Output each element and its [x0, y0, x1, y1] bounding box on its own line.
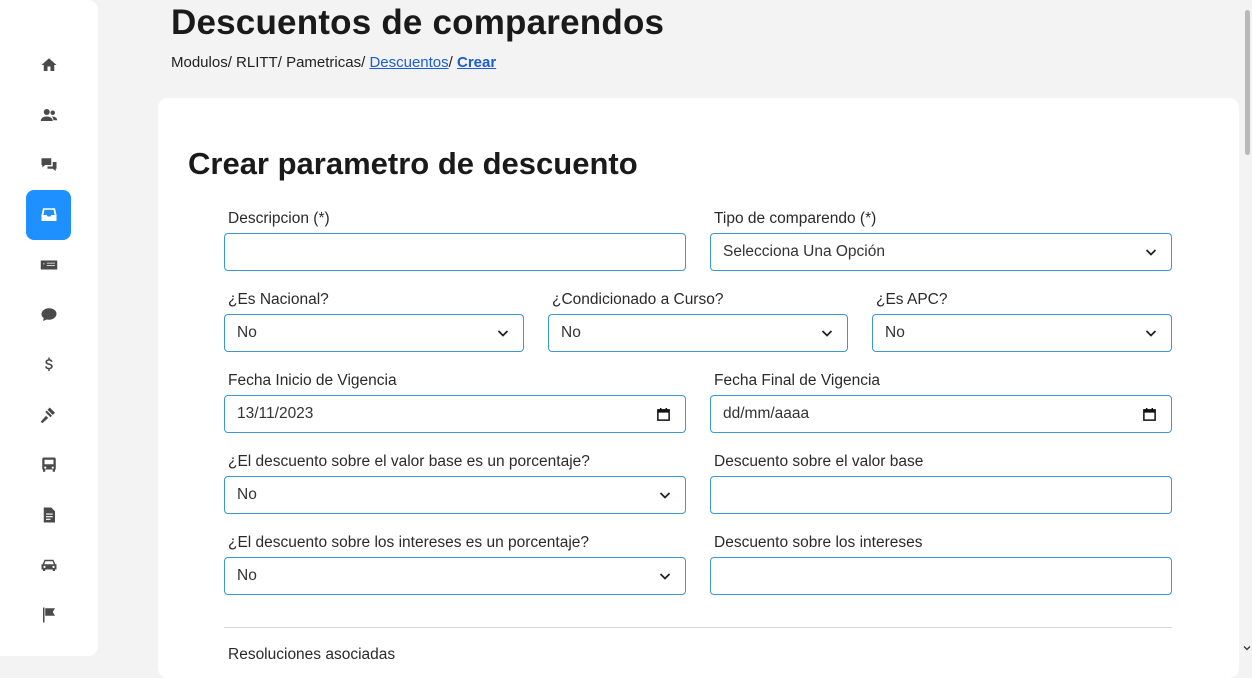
sidebar-item-documents[interactable]: [26, 490, 71, 540]
fecha-final-value: dd/mm/aaaa: [723, 405, 810, 422]
intereses-valor-input[interactable]: [710, 557, 1172, 595]
chevron-down-icon: [1145, 249, 1157, 256]
chevron-down-icon: [1145, 330, 1157, 337]
flag-icon: [42, 607, 55, 623]
breadcrumb-modulos: Modulos/: [171, 54, 232, 71]
users-icon: [40, 109, 57, 121]
breadcrumb-link-descuentos[interactable]: Descuentos: [369, 54, 448, 71]
sidebar-item-payments[interactable]: [26, 290, 71, 340]
resoluciones-label: Resoluciones asociadas: [228, 646, 396, 663]
breadcrumb-rlitt: RLITT/: [236, 54, 282, 71]
chevron-down-icon: [821, 330, 833, 337]
tipo-comparendo-label: Tipo de comparendo (*): [714, 210, 877, 227]
calendar-icon[interactable]: [656, 407, 671, 422]
base-porcentaje-value: No: [237, 486, 257, 503]
page-title: Descuentos de comparendos: [171, 3, 665, 42]
base-porcentaje-select[interactable]: No: [224, 476, 686, 514]
chat-question-icon: [41, 158, 56, 171]
descripcion-label: Descripcion (*): [228, 210, 330, 227]
apc-label: ¿Es APC?: [876, 291, 948, 308]
sidebar-item-questions[interactable]: [26, 140, 71, 190]
breadcrumb-parametricas: Pametricas/: [286, 54, 366, 71]
sidebar-item-reports[interactable]: [26, 590, 71, 640]
sidebar-item-money[interactable]: [26, 240, 71, 290]
curso-select[interactable]: No: [548, 314, 848, 352]
base-valor-input[interactable]: [710, 476, 1172, 514]
base-porcentaje-label: ¿El descuento sobre el valor base es un …: [228, 453, 590, 470]
dollar-comment-icon: [41, 308, 56, 321]
apc-select[interactable]: No: [872, 314, 1172, 352]
intereses-porcentaje-label: ¿El descuento sobre los intereses es un …: [228, 534, 590, 551]
apc-value: No: [885, 324, 905, 341]
chevron-down-icon: [659, 492, 671, 499]
curso-value: No: [561, 324, 581, 341]
sidebar-item-vehicles[interactable]: [26, 540, 71, 590]
sidebar-item-home[interactable]: [26, 40, 71, 90]
sidebar-item-users[interactable]: [26, 90, 71, 140]
intereses-porcentaje-select[interactable]: No: [224, 557, 686, 595]
breadcrumb: Modulos/ RLITT/ Pametricas/ Descuentos /…: [171, 54, 496, 71]
fecha-final-input[interactable]: dd/mm/aaaa: [710, 395, 1172, 433]
money-bill-icon: [40, 260, 57, 270]
sidebar-item-dollar[interactable]: [26, 340, 71, 390]
fecha-final-label: Fecha Final de Vigencia: [714, 372, 881, 389]
breadcrumb-separator: /: [448, 54, 453, 71]
inbox-icon: [41, 208, 56, 221]
fecha-inicio-label: Fecha Inicio de Vigencia: [228, 372, 397, 389]
form-title: Crear parametro de descuento: [188, 146, 638, 181]
car-icon: [41, 559, 56, 571]
breadcrumb-current-crear[interactable]: Crear: [457, 54, 496, 71]
document-icon: [43, 507, 55, 523]
sidebar-item-inbox[interactable]: [26, 190, 71, 240]
page-scrollbar[interactable]: [1242, 0, 1252, 656]
curso-label: ¿Condicionado a Curso?: [552, 291, 724, 308]
nacional-select[interactable]: No: [224, 314, 524, 352]
calendar-icon[interactable]: [1142, 407, 1157, 422]
sidebar-item-legal[interactable]: [26, 390, 71, 440]
chevron-down-icon: [659, 573, 671, 580]
intereses-porcentaje-value: No: [237, 567, 257, 584]
tipo-comparendo-select[interactable]: Selecciona Una Opción: [710, 233, 1172, 271]
dollar-icon: [44, 357, 53, 371]
form-card: Crear parametro de descuento Descripcion…: [158, 98, 1239, 678]
chevron-down-icon: [497, 330, 509, 337]
sidebar: [0, 0, 98, 656]
bus-icon: [41, 457, 56, 472]
tipo-comparendo-value: Selecciona Una Opción: [723, 243, 885, 260]
home-icon: [41, 58, 56, 71]
chevron-down-icon[interactable]: [1243, 644, 1251, 652]
fecha-inicio-value: 13/11/2023: [237, 405, 314, 422]
scrollbar-thumb[interactable]: [1245, 10, 1250, 155]
sidebar-item-transport[interactable]: [26, 440, 71, 490]
gavel-icon: [40, 407, 55, 424]
fecha-inicio-input[interactable]: 13/11/2023: [224, 395, 686, 433]
section-divider: [224, 627, 1172, 628]
base-valor-label: Descuento sobre el valor base: [714, 453, 924, 470]
descripcion-input[interactable]: [224, 233, 686, 271]
nacional-value: No: [237, 324, 257, 341]
nacional-label: ¿Es Nacional?: [228, 291, 329, 308]
intereses-valor-label: Descuento sobre los intereses: [714, 534, 923, 551]
